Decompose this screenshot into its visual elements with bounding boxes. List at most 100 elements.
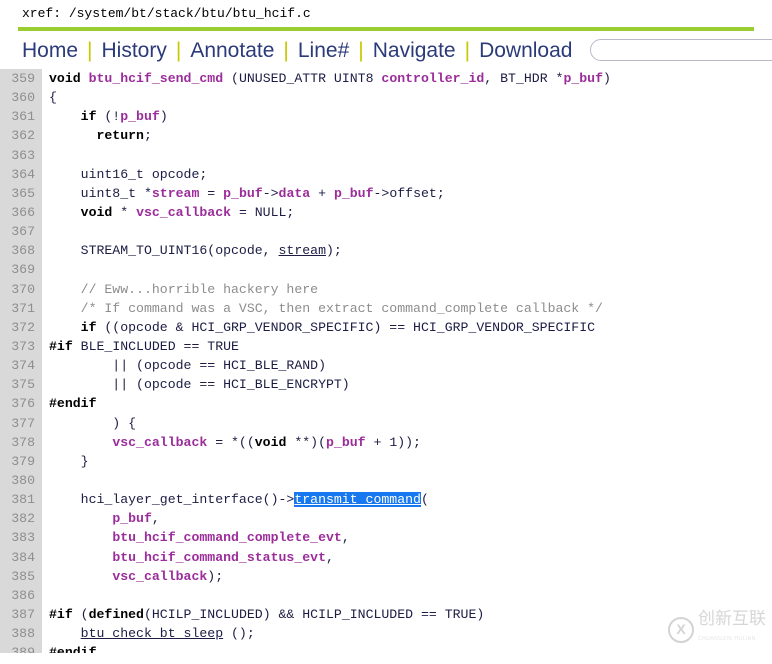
code-token: stream <box>151 185 200 201</box>
code-line-text: || (opcode == HCI_BLE_RAND) <box>42 356 772 375</box>
code-token: defined <box>88 606 144 622</box>
code-token: = NULL; <box>231 204 295 220</box>
line-number[interactable]: 364 <box>0 164 42 184</box>
code-token: * <box>112 204 137 220</box>
code-token: ) <box>603 71 611 86</box>
code-token: #endif <box>49 396 97 412</box>
source-code-viewer[interactable]: 359 void btu_hcif_send_cmd (UNUSED_ATTR U… <box>0 69 772 653</box>
code-token: ( <box>223 71 239 86</box>
code-line: 377 ) { <box>0 413 772 433</box>
code-token: btu_hcif_send_cmd <box>88 71 224 86</box>
code-token: + 1)); <box>365 434 421 450</box>
code-line-text: STREAM_TO_UINT16(opcode, stream); <box>42 241 772 260</box>
line-number[interactable]: 368 <box>0 241 42 261</box>
line-number[interactable]: 363 <box>0 145 42 165</box>
line-number[interactable]: 366 <box>0 202 42 223</box>
search-input[interactable] <box>590 39 772 61</box>
code-token: || (opcode == HCI_BLE_ENCRYPT) <box>49 377 350 393</box>
line-number[interactable]: 385 <box>0 566 42 586</box>
code-line-text: uint16_t opcode; <box>42 165 772 184</box>
code-token: data <box>278 185 311 201</box>
line-number[interactable]: 374 <box>0 356 42 376</box>
line-number[interactable]: 379 <box>0 451 42 471</box>
code-token: , <box>151 511 160 527</box>
code-token: vsc_callback <box>112 568 208 584</box>
code-token: #if <box>49 338 73 354</box>
line-number[interactable]: 360 <box>0 88 42 108</box>
code-line: 370 // Eww...horrible hackery here <box>0 279 772 299</box>
menu-history[interactable]: History <box>94 40 175 61</box>
menu-navigate[interactable]: Navigate <box>365 40 464 61</box>
line-number[interactable]: 370 <box>0 279 42 299</box>
code-line: 364 uint16_t opcode; <box>0 164 772 184</box>
line-number[interactable]: 377 <box>0 413 42 433</box>
code-token: ->offset; <box>373 185 445 201</box>
line-number[interactable]: 369 <box>0 260 42 280</box>
line-number[interactable]: 388 <box>0 624 42 644</box>
line-number[interactable]: 365 <box>0 183 42 203</box>
code-line: 376 #endif <box>0 394 772 414</box>
code-token: btu_hcif_command_complete_evt <box>112 530 342 546</box>
code-token: ; <box>143 128 152 144</box>
code-line: 366 void * vsc_callback = NULL; <box>0 202 772 223</box>
code-token: uint16_t opcode; <box>49 166 208 182</box>
code-token: p_buf <box>223 185 263 201</box>
line-number[interactable]: 373 <box>0 336 42 357</box>
code-line: 367 <box>0 222 772 242</box>
code-symbol-link[interactable]: btu_check_bt_sleep <box>81 626 223 641</box>
line-number[interactable]: 387 <box>0 604 42 625</box>
line-number[interactable]: 371 <box>0 298 42 318</box>
menu-linenumber[interactable]: Line# <box>290 40 357 61</box>
line-number[interactable]: 380 <box>0 470 42 491</box>
code-line-text: } <box>42 452 772 471</box>
code-token: p_buf <box>333 185 374 201</box>
menu-separator: | <box>87 38 93 62</box>
line-number[interactable]: 386 <box>0 585 42 605</box>
line-number[interactable]: 367 <box>0 222 42 242</box>
line-number[interactable]: 384 <box>0 547 42 567</box>
line-number[interactable]: 389 <box>0 643 42 653</box>
line-number[interactable]: 383 <box>0 528 42 548</box>
code-token: p_buf <box>112 511 152 527</box>
line-number[interactable]: 381 <box>0 490 42 510</box>
code-line-text: vsc_callback); <box>42 567 772 586</box>
navigation-menubar: Home | History | Annotate | Line# | Navigate | Dow… <box>0 31 772 69</box>
code-token: ) { <box>49 415 137 431</box>
line-number[interactable]: 376 <box>0 394 42 414</box>
code-line: 360 { <box>0 88 772 108</box>
code-line-text: uint8_t *stream = p_buf->data + p_buf->o… <box>42 184 772 203</box>
code-token: void <box>254 434 287 450</box>
menu-separator: | <box>175 38 182 62</box>
code-token: if <box>80 319 97 335</box>
code-line-text: p_buf, <box>42 509 772 528</box>
menu-annotate[interactable]: Annotate <box>182 40 282 61</box>
code-line-text: // Eww...horrible hackery here <box>42 280 772 299</box>
highlighted-symbol[interactable]: transmit_command <box>294 492 421 508</box>
menu-download[interactable]: Download <box>471 40 580 61</box>
code-symbol-link[interactable]: stream <box>279 243 326 258</box>
menu-separator: | <box>358 38 364 62</box>
line-number[interactable]: 375 <box>0 375 42 395</box>
code-token: p_buf <box>563 71 604 86</box>
code-line: 381 hci_layer_get_interface()->transmit_… <box>0 490 772 510</box>
code-lines-container: 359 void btu_hcif_send_cmd (UNUSED_ATTR U… <box>0 69 772 653</box>
line-number[interactable]: 359 <box>0 69 42 89</box>
code-token: , BT_HDR * <box>484 71 564 86</box>
code-line-text: void * vsc_callback = NULL; <box>42 203 772 222</box>
code-token: , <box>326 549 334 565</box>
line-number[interactable]: 378 <box>0 432 42 452</box>
line-number[interactable]: 372 <box>0 317 42 337</box>
line-number[interactable]: 382 <box>0 509 42 529</box>
line-number[interactable]: 362 <box>0 126 42 146</box>
code-line-text: return; <box>42 126 772 145</box>
menu-home[interactable]: Home <box>14 40 86 61</box>
code-token: + <box>310 185 334 201</box>
line-number[interactable]: 361 <box>0 107 42 127</box>
code-line: 372 if ((opcode & HCI_GRP_VENDOR_SPECIFI… <box>0 317 772 337</box>
code-line: 382 p_buf, <box>0 509 772 529</box>
